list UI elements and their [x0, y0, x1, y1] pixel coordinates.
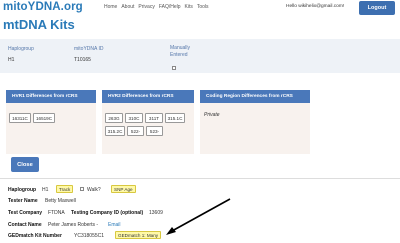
- arrow-line: [171, 198, 231, 232]
- arrow-annotation: [166, 198, 231, 235]
- arrow-head: [166, 227, 176, 235]
